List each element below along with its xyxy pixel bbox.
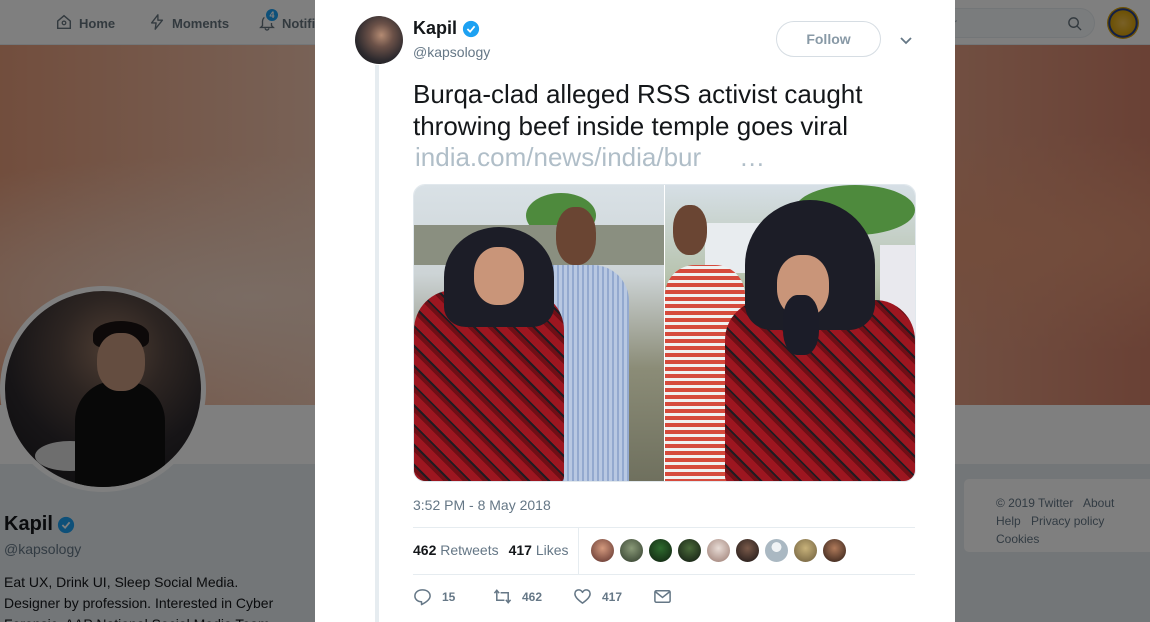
photo-man-face: [672, 205, 707, 255]
direct-message-button[interactable]: [653, 587, 672, 606]
thread-line: [375, 65, 379, 622]
liker-avatar[interactable]: [648, 538, 673, 563]
liker-avatar[interactable]: [735, 538, 760, 563]
stats-separator: [578, 528, 579, 574]
liker-avatar[interactable]: [590, 538, 615, 563]
liker-avatars: [590, 538, 847, 563]
heart-icon: [573, 587, 592, 606]
tweet-author-name[interactable]: Kapil: [413, 18, 480, 39]
tweet-author-avatar[interactable]: [355, 16, 403, 64]
liker-avatar[interactable]: [764, 538, 789, 563]
tweet-link[interactable]: india.com/news/india/bur …: [415, 142, 765, 173]
photo-face: [474, 247, 524, 305]
follow-button[interactable]: Follow: [776, 21, 881, 57]
reply-count: 15: [442, 589, 456, 604]
liker-avatar[interactable]: [793, 538, 818, 563]
like-button[interactable]: 417: [573, 587, 653, 606]
reply-button[interactable]: 15: [413, 587, 493, 606]
like-count: 417: [602, 589, 623, 604]
reply-icon: [413, 587, 432, 606]
divider: [413, 574, 915, 575]
tweet-timestamp[interactable]: 3:52 PM - 8 May 2018: [413, 497, 551, 513]
retweet-icon: [493, 587, 512, 606]
likes-stat[interactable]: 417 Likes: [509, 542, 569, 558]
liker-avatar[interactable]: [677, 538, 702, 563]
likes-label: Likes: [535, 542, 569, 558]
liker-avatar[interactable]: [706, 538, 731, 563]
tweet-text: Burqa-clad alleged RSS activist caught t…: [413, 79, 863, 141]
tweet-link-text[interactable]: india.com/news/india/bur: [415, 142, 701, 173]
tweet-modal: Kapil @kapsology Follow Burqa-clad alleg…: [315, 0, 955, 622]
photo-gloved-hand: [782, 295, 819, 355]
tweet-author-handle[interactable]: @kapsology: [413, 44, 490, 60]
retweets-label: Retweets: [440, 542, 499, 558]
tweet-photo-right[interactable]: [664, 185, 915, 481]
retweets-count: 462: [413, 542, 437, 558]
tweet-photo-left[interactable]: [414, 185, 664, 481]
tweet-link-ellipsis: …: [739, 142, 766, 172]
tweet-author-name-text: Kapil: [413, 18, 458, 38]
tweet-actions: 15 462 417: [413, 587, 672, 606]
verified-badge-icon: [462, 20, 480, 38]
liker-avatar[interactable]: [822, 538, 847, 563]
photo-man-face: [556, 207, 596, 265]
tweet-stats: 462 Retweets 417 Likes: [413, 542, 569, 558]
liker-avatar[interactable]: [619, 538, 644, 563]
retweet-count: 462: [522, 589, 543, 604]
chevron-down-icon[interactable]: [898, 32, 914, 48]
tweet-media[interactable]: [413, 184, 916, 482]
message-icon: [653, 587, 672, 606]
retweets-stat[interactable]: 462 Retweets: [413, 542, 499, 558]
divider: [413, 527, 915, 528]
retweet-button[interactable]: 462: [493, 587, 573, 606]
likes-count: 417: [508, 542, 532, 558]
